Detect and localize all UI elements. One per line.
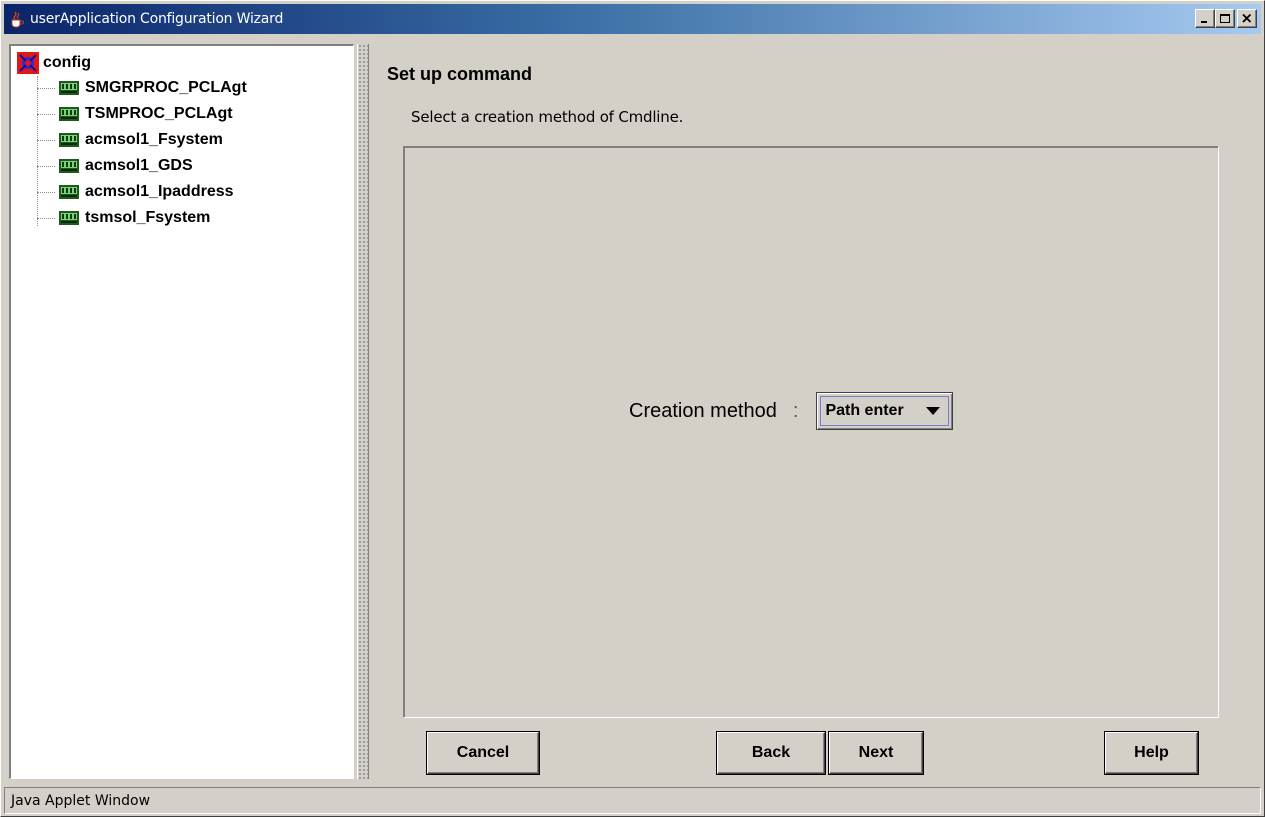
tree-item[interactable]: acmsol1_GDS [37, 154, 193, 178]
page-title: Set up command [387, 64, 533, 84]
split-pane-divider[interactable] [357, 44, 369, 779]
wizard-window: userApplication Configuration Wizard con… [0, 0, 1265, 817]
creation-method-row: Creation method : Path enter [629, 392, 954, 430]
resource-icon [59, 185, 79, 199]
minimize-button[interactable] [1195, 9, 1215, 28]
resource-icon [59, 81, 79, 95]
tree-root-label: config [43, 54, 91, 71]
help-button[interactable]: Help [1105, 732, 1198, 774]
maximize-button[interactable] [1215, 9, 1235, 28]
instruction-text: Select a creation method of Cmdline. [411, 108, 684, 126]
resource-icon [59, 159, 79, 173]
chevron-down-icon [926, 407, 941, 415]
tree-item[interactable]: SMGRPROC_PCLAgt [37, 76, 247, 100]
window-controls [1195, 9, 1257, 28]
back-button[interactable]: Back [717, 732, 825, 774]
status-text: Java Applet Window [11, 792, 151, 809]
config-icon [17, 52, 39, 74]
tree-item-label: acmsol1_GDS [85, 157, 193, 174]
creation-method-value: Path enter [825, 402, 904, 419]
tree-item-label: tsmsol_Fsystem [85, 209, 211, 226]
next-button[interactable]: Next [829, 732, 923, 774]
creation-method-select[interactable]: Path enter [816, 392, 954, 430]
resource-icon [59, 133, 79, 147]
minimize-icon [1201, 21, 1207, 23]
resource-tree[interactable]: config SMGRPROC_PCLAgt TSMPROC_PCLAgt ac… [9, 44, 354, 779]
tree-item-label: TSMPROC_PCLAgt [85, 105, 233, 122]
creation-method-label: Creation method [629, 399, 777, 422]
tree-item[interactable]: TSMPROC_PCLAgt [37, 102, 233, 126]
tree-item-label: acmsol1_Ipaddress [85, 183, 234, 200]
tree-item[interactable]: acmsol1_Ipaddress [37, 180, 234, 204]
close-button[interactable] [1237, 9, 1257, 28]
content-panel: Creation method : Path enter [403, 146, 1219, 718]
close-icon [1242, 13, 1252, 23]
cancel-button[interactable]: Cancel [427, 732, 539, 774]
tree-item-label: SMGRPROC_PCLAgt [85, 79, 247, 96]
label-separator: : [792, 399, 799, 422]
tree-item[interactable]: tsmsol_Fsystem [37, 206, 210, 230]
title-bar[interactable]: userApplication Configuration Wizard [4, 4, 1261, 34]
tree-root-config[interactable]: config [17, 52, 91, 74]
tree-item[interactable]: acmsol1_Fsystem [37, 128, 223, 152]
window-title: userApplication Configuration Wizard [30, 11, 284, 27]
wizard-content-pane: Set up command Select a creation method … [371, 44, 1256, 779]
resource-icon [59, 107, 79, 121]
tree-item-label: acmsol1_Fsystem [85, 131, 223, 148]
resource-icon [59, 211, 79, 225]
java-cup-icon [8, 10, 26, 28]
status-bar: Java Applet Window [4, 787, 1261, 814]
maximize-icon [1220, 14, 1230, 23]
